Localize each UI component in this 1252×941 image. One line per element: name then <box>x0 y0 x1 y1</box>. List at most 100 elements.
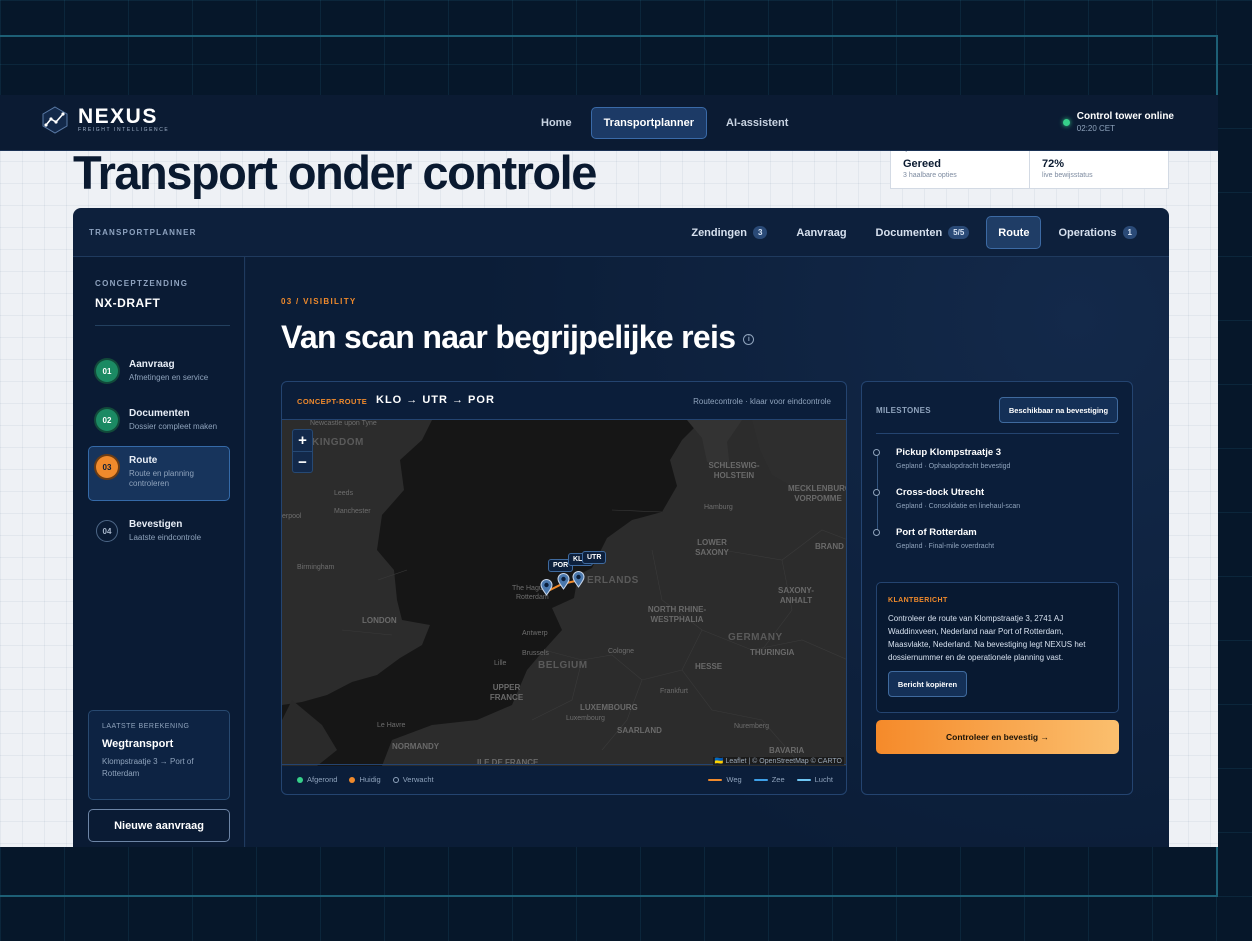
legend-modes: Weg Zee Lucht <box>708 775 833 784</box>
status-dot-icon <box>349 776 356 783</box>
nav-home[interactable]: Home <box>528 107 585 139</box>
tab-label: Operations <box>1058 226 1117 239</box>
map-label: Nuremberg <box>734 723 770 730</box>
step-aanvraag[interactable]: 01 Aanvraag Afmetingen en service <box>88 350 230 404</box>
transportplanner-panel: TRANSPORTPLANNER Zendingen 3 Aanvraag Doc… <box>73 208 1169 847</box>
tab-operations[interactable]: Operations 1 <box>1046 216 1149 249</box>
legend-item: Lucht <box>796 775 833 784</box>
milestone-sub: Gepland · Final-mile overdracht <box>896 543 995 550</box>
road-line-icon <box>708 778 723 781</box>
map-label: MECKLENBURG-VORPOMME <box>788 484 846 503</box>
step-sub: Laatste eindcontrole <box>129 533 202 542</box>
last-calc-route: Klompstraatje 3 → Port of Rotterdam <box>102 757 194 778</box>
tab-zendingen[interactable]: Zendingen 3 <box>679 216 779 249</box>
legend-item: Verwacht <box>392 775 434 784</box>
route-map-card: CONCEPT-ROUTE KLO → UTR → POR Routecontr… <box>281 381 847 795</box>
map-zoom-control: + − <box>292 429 313 473</box>
status-dot-icon <box>392 776 399 783</box>
draft-id: NX-DRAFT <box>95 296 161 310</box>
client-message-text: Controleer de route van Klompstraatje 3,… <box>888 614 1086 662</box>
map-label: LOWER SAXONY <box>695 538 729 557</box>
milestone-title: Cross-dock Utrecht <box>896 487 985 498</box>
map-label: UPPER FRANCE <box>489 683 524 702</box>
map-label: Cologne <box>608 648 635 655</box>
map-pin-icon[interactable] <box>540 579 553 596</box>
map-pin-icon[interactable] <box>572 571 585 588</box>
legend-label: Afgerond <box>307 775 338 784</box>
timeline-dot-icon <box>873 529 880 536</box>
kpi-sub: live bewijsstatus <box>1042 172 1093 179</box>
zoom-in-button[interactable]: + <box>293 430 312 451</box>
map-label: SCHLESWIG-HOLSTEIN <box>708 461 760 480</box>
frame-line <box>0 35 1218 37</box>
tab-label: Route <box>998 226 1030 239</box>
info-icon[interactable]: i <box>743 334 755 346</box>
step-title: Route <box>129 455 158 466</box>
map-label: Antwerp <box>522 630 548 637</box>
tab-route[interactable]: Route <box>986 216 1042 249</box>
milestone-title: Port of Rotterdam <box>896 527 977 538</box>
map-label: Frankfurt <box>660 688 689 695</box>
top-navbar: NEXUS FREIGHT INTELLIGENCE Home Transpor… <box>0 95 1218 151</box>
route-map[interactable]: + − Newcastle upon Tyne KINGDOM Leeds Ma… <box>282 420 846 766</box>
timeline-dot-icon <box>873 449 880 456</box>
map-label: NORMANDY <box>392 742 440 751</box>
main-nav: Home Transportplanner AI-assistent <box>528 107 801 139</box>
step-number: 04 <box>96 520 118 542</box>
nav-ai-assistent[interactable]: AI-assistent <box>713 107 801 139</box>
nav-transportplanner[interactable]: Transportplanner <box>590 107 708 139</box>
legend-label: Huidig <box>359 775 381 784</box>
map-label: BRAND <box>815 542 844 551</box>
map-label: BAVARIA <box>769 746 805 755</box>
map-label: SAARLAND <box>617 726 662 735</box>
map-attribution[interactable]: 🇺🇦 Leaflet | © OpenStreetMap © CARTO <box>712 757 844 765</box>
legend-label: Weg <box>726 775 742 784</box>
brand-logo[interactable]: NEXUS FREIGHT INTELLIGENCE <box>40 105 169 135</box>
tab-label: Aanvraag <box>796 226 847 239</box>
pin-label-utr[interactable]: UTR <box>582 551 607 564</box>
legend-label: Lucht <box>814 775 833 784</box>
count-badge: 3 <box>752 226 768 239</box>
step-documenten[interactable]: 02 Documenten Dossier compleet maken <box>88 399 230 453</box>
status-time: 02:20 CET <box>1076 124 1116 133</box>
tab-aanvraag[interactable]: Aanvraag <box>784 216 858 249</box>
client-message-label: KLANTBERICHT <box>888 597 948 604</box>
tab-documenten[interactable]: Documenten 5/5 <box>864 216 982 249</box>
legend-item: Huidig <box>349 775 381 784</box>
map-label: Luxembourg <box>566 715 605 722</box>
milestone-title: Pickup Klompstraatje 3 <box>896 447 1002 458</box>
map-label: NORTH RHINE-WESTPHALIA <box>647 605 707 624</box>
step-sub: Dossier compleet maken <box>129 422 218 431</box>
milestones-card: MILESTONES Beschikbaar na bevestiging Pi… <box>861 381 1133 795</box>
milestone-item: Port of Rotterdam Gepland · Final-mile o… <box>873 527 995 550</box>
step-bevestigen[interactable]: 04 Bevestigen Laatste eindcontrole <box>88 510 230 564</box>
zoom-out-button[interactable]: − <box>293 451 312 472</box>
page-title: Transport onder controle <box>73 146 597 199</box>
map-legend: Afgerond Huidig Verwacht Weg Zee Lucht <box>282 764 846 794</box>
legend-label: Zee <box>771 775 785 784</box>
milestones-title: MILESTONES <box>876 406 931 415</box>
last-calc-title: Wegtransport <box>102 738 174 750</box>
step-number: 01 <box>96 360 118 382</box>
map-label: Birmingham <box>297 564 335 571</box>
air-line-icon <box>796 778 811 781</box>
step-title: Documenten <box>129 408 190 419</box>
step-route[interactable]: 03 Route Route en planning controleren <box>88 446 230 501</box>
step-number: 03 <box>96 456 118 478</box>
step-title: Aanvraag <box>129 359 175 370</box>
section-title-text: Van scan naar begrijpelijke reis <box>281 319 736 355</box>
confirm-button[interactable]: Controleer en bevestig → <box>876 720 1119 754</box>
map-pin-icon[interactable] <box>557 573 570 590</box>
divider <box>95 325 230 326</box>
step-sidebar: CONCEPTZENDING NX-DRAFT 01 Aanvraag Afme… <box>73 257 245 847</box>
last-calc-label: LAATSTE BEREKENING <box>102 723 190 730</box>
sea-line-icon <box>753 778 768 781</box>
logo-icon <box>42 106 68 134</box>
new-request-button[interactable]: Nieuwe aanvraag <box>88 809 230 842</box>
available-after-confirm-button[interactable]: Beschikbaar na bevestiging <box>999 397 1118 423</box>
copy-message-button[interactable]: Bericht kopiëren <box>888 671 967 697</box>
tab-label: Documenten <box>875 226 943 239</box>
map-label: SAXONY-ANHALT <box>777 586 814 605</box>
legend-item: Zee <box>753 775 785 784</box>
legend-label: Verwacht <box>402 775 434 784</box>
